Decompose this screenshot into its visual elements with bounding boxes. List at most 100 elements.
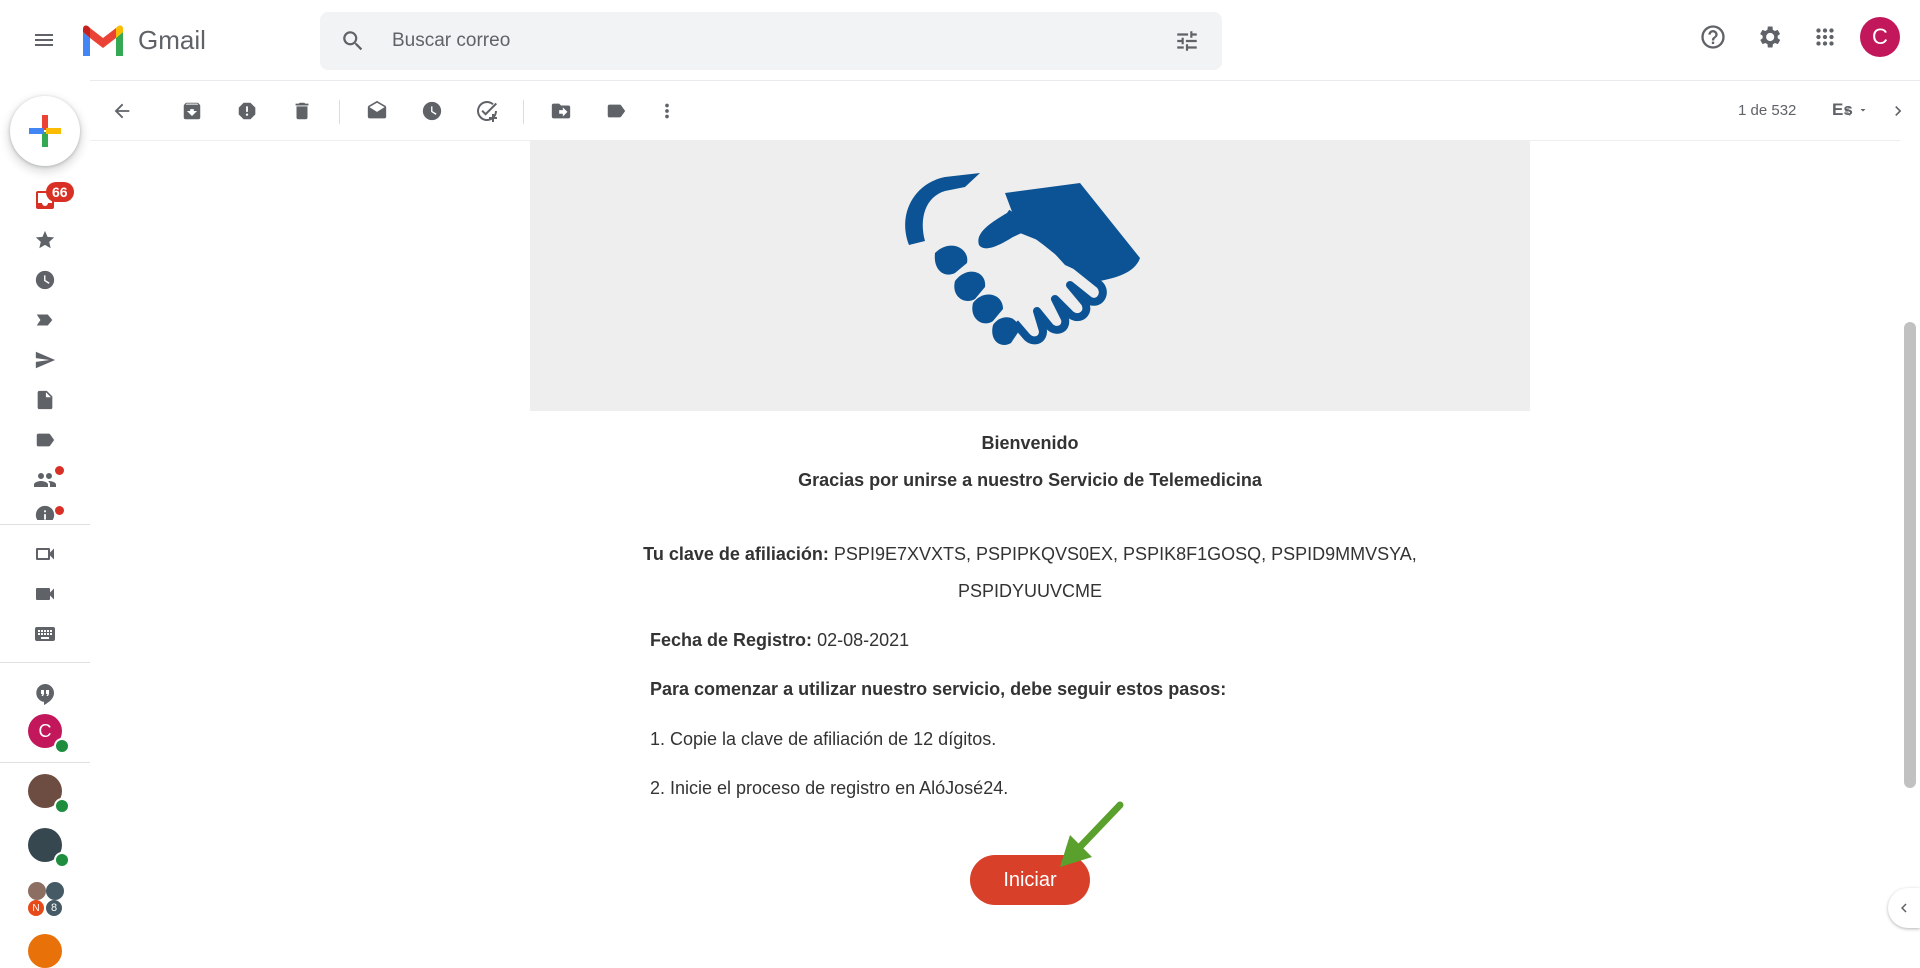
arrow-back-icon [114,103,130,119]
video-outline-icon [36,548,54,560]
archive-button[interactable] [176,95,208,127]
task-add-icon [477,101,498,122]
step-1: 1. Copie la clave de afiliación de 12 dí… [650,729,997,749]
welcome-heading: Bienvenido [981,433,1079,453]
clock-icon [35,270,55,290]
more-vert-icon [665,103,669,119]
thanks-message: Gracias por unirse a nuestro Servicio de… [798,470,1262,490]
compose-button[interactable] [10,96,80,166]
chevron-left-icon [1901,903,1907,913]
inbox-unread-badge: 66 [46,182,74,202]
steps-intro: Para comenzar a utilizar nuestro servici… [650,679,1227,699]
contact-avatar-partial[interactable] [28,934,62,968]
top-bar: Gmail C [0,0,1920,81]
more-options-button[interactable] [651,95,683,127]
mark-unread-icon [367,100,387,119]
group-member-initial: N [28,900,44,916]
vertical-scrollbar[interactable] [1904,322,1916,788]
dropdown-arrow-icon [1860,109,1866,112]
group-contact[interactable]: N 8 [28,882,64,918]
snooze-button[interactable] [416,95,448,127]
report-spam-button[interactable] [231,95,263,127]
labels-button[interactable] [600,95,632,127]
plus-icon [29,115,61,147]
gmail-logo[interactable]: Gmail [80,20,206,60]
info-icon [35,505,55,520]
label-icon [36,433,55,447]
group-member-photo [46,882,64,900]
email-body: Bienvenido Gracias por unirse a nuestro … [90,141,1900,942]
registration-date-label: Fecha de Registro: [650,630,813,650]
group-count: 8 [46,900,62,916]
support-button[interactable] [1692,16,1734,58]
online-status-dot [54,852,70,868]
back-button[interactable] [106,95,138,127]
draft-icon [37,390,53,410]
apps-button[interactable] [1804,16,1846,58]
send-icon [35,351,56,369]
nav-keyboard[interactable] [25,618,65,650]
nav-meet-new[interactable] [25,538,65,570]
affiliation-key-label: Tu clave de afiliación: [643,544,829,564]
people-icon [34,473,56,487]
chevron-right-icon [1895,106,1902,116]
message-toolbar: 1 de 532 [90,82,1902,141]
affiliation-key-values: PSPI9E7XVXTS, PSPIPKQVS0EX, PSPIK8F1GOSQ… [833,544,1417,564]
search-icon[interactable] [340,28,366,54]
trash-icon [295,102,309,120]
registration-date: Fecha de Registro: 02-08-2021 [650,630,909,651]
toolbar-separator [339,100,340,124]
affiliation-keys-line1: Tu clave de afiliación: PSPI9E7XVXTS, PS… [530,544,1530,565]
important-icon [36,314,53,326]
registration-date-value: 02-08-2021 [817,630,910,650]
group-member-photo [28,882,46,900]
star-icon [35,230,55,249]
input-language-selector[interactable]: Es [1832,100,1869,120]
side-panel-toggle[interactable] [1888,888,1920,928]
search-input[interactable] [390,20,1094,62]
add-to-tasks-button[interactable] [471,95,503,127]
delete-button[interactable] [286,95,318,127]
affiliation-keys-line2: PSPIDYUUVCME [957,581,1103,601]
nav-label[interactable] [25,424,65,456]
rail-divider [0,524,90,525]
help-icon [1701,25,1725,49]
move-to-folder-icon [551,103,571,119]
nav-snoozed[interactable] [25,264,65,296]
nav-important[interactable] [25,304,65,336]
older-button[interactable] [1882,95,1914,127]
nav-hangouts[interactable] [25,678,65,710]
mark-unread-button[interactable] [361,95,393,127]
search-options-icon[interactable] [1174,28,1200,54]
apps-grid-icon [1816,28,1834,46]
settings-button[interactable] [1748,16,1790,58]
nav-drafts[interactable] [25,384,65,416]
email-hero-banner [530,141,1530,411]
app-name: Gmail [138,24,206,55]
archive-icon [183,102,201,120]
label-icon [607,104,626,118]
clock-icon [422,101,442,121]
move-to-button[interactable] [545,95,577,127]
handshake-icon [905,173,1140,345]
main-menu-button[interactable] [24,20,64,60]
videocam-icon [36,588,54,600]
nav-sent[interactable] [25,344,65,376]
gmail-m-icon [83,25,123,56]
top-right-actions: C [1692,16,1900,58]
gear-icon [1760,26,1781,48]
hamburger-icon [35,34,53,46]
online-status-dot [54,738,70,754]
search-bar [320,12,1222,70]
input-language-label: Es [1832,100,1853,119]
updates-notification-dot [55,506,64,515]
nav-starred[interactable] [25,224,65,256]
account-avatar[interactable]: C [1860,17,1900,57]
social-notification-dot [55,466,64,475]
green-arrow-annotation [1060,801,1124,867]
keyboard-icon [35,627,55,641]
nav-meet-join[interactable] [25,578,65,610]
toolbar-separator [523,100,524,124]
hangouts-icon [36,684,54,705]
step-2: 2. Inicie el proceso de registro en AlóJ… [650,778,1009,798]
